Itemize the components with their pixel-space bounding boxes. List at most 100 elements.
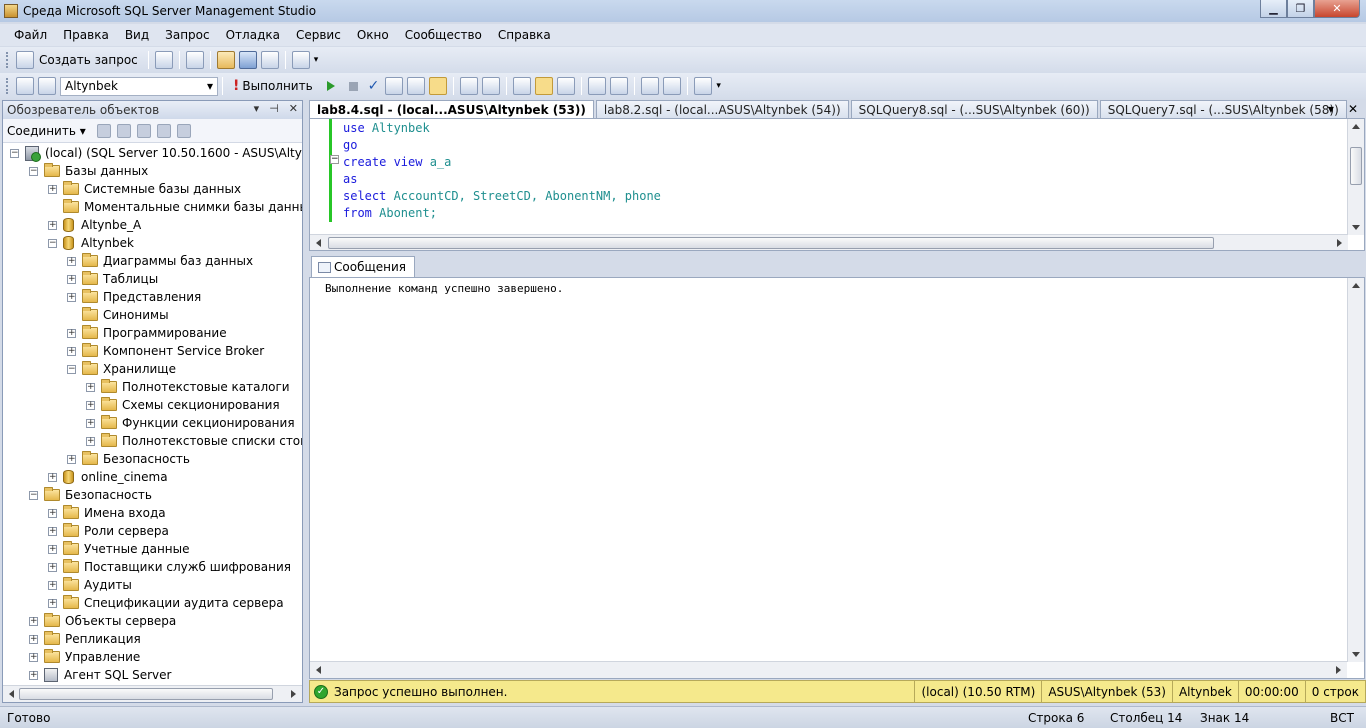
- code-line[interactable]: create view a_a: [343, 154, 661, 171]
- results-to-file-icon[interactable]: [557, 77, 576, 95]
- expand-icon[interactable]: +: [29, 634, 38, 644]
- results-to-text-icon[interactable]: [513, 77, 532, 95]
- query-editor[interactable]: − use Altynbek go create view a_a as select …: [309, 118, 1365, 251]
- expand-icon[interactable]: +: [48, 544, 57, 554]
- close-button[interactable]: ✕: [1314, 0, 1360, 18]
- toolbar-overflow-icon[interactable]: ▾: [314, 55, 319, 65]
- save-icon[interactable]: [238, 51, 257, 69]
- auto-hide-pin-icon[interactable]: ⊣: [269, 102, 279, 115]
- tree-node[interactable]: − (local) (SQL Server 10.50.1600 - ASUS\A…: [10, 144, 302, 162]
- database-engine-query-icon[interactable]: [154, 51, 173, 69]
- tree-node[interactable]: + Агент SQL Server: [29, 666, 171, 684]
- collapse-region-icon[interactable]: −: [330, 155, 339, 164]
- scroll-thumb[interactable]: [19, 688, 273, 700]
- expand-icon[interactable]: +: [86, 418, 95, 428]
- tab-lab8-4[interactable]: lab8.4.sql - (local...ASUS\Altynbek (53)…: [309, 100, 594, 118]
- open-file-icon[interactable]: [216, 51, 235, 69]
- tree-node[interactable]: + Имена входа: [48, 504, 166, 522]
- scroll-thumb[interactable]: [1350, 147, 1362, 185]
- code-line[interactable]: select AccountCD, StreetCD, AbonentNM, p…: [343, 188, 661, 205]
- collapse-icon[interactable]: −: [67, 364, 76, 374]
- tab-list-icon[interactable]: ▾: [1328, 102, 1334, 116]
- collapse-icon[interactable]: −: [29, 490, 38, 500]
- tab-sqlquery8[interactable]: SQLQuery8.sql - (...SUS\Altynbek (60)): [850, 100, 1098, 118]
- menu-tools[interactable]: Сервис: [288, 28, 349, 42]
- tree-node[interactable]: − Безопасность: [29, 486, 152, 504]
- scroll-up-icon[interactable]: [1352, 283, 1360, 288]
- execute-button[interactable]: Выполнить: [242, 79, 312, 93]
- tree-node[interactable]: + Объекты сервера: [29, 612, 176, 630]
- stop-icon[interactable]: [136, 123, 151, 138]
- change-connection-icon[interactable]: [38, 77, 56, 95]
- object-explorer-hscrollbar[interactable]: [3, 685, 302, 702]
- minimize-button[interactable]: ▁: [1260, 0, 1287, 18]
- scroll-down-icon[interactable]: [1352, 652, 1360, 657]
- tree-node[interactable]: + Учетные данные: [48, 540, 190, 558]
- refresh-icon[interactable]: [176, 123, 191, 138]
- expand-icon[interactable]: +: [67, 292, 76, 302]
- tree-node[interactable]: + online_cinema: [48, 468, 168, 486]
- expand-icon[interactable]: +: [67, 454, 76, 464]
- collapse-icon[interactable]: −: [48, 238, 57, 248]
- tree-node[interactable]: + Аудиты: [48, 576, 132, 594]
- parse-check-icon[interactable]: ✓: [368, 78, 380, 94]
- database-select[interactable]: Altynbek ▾: [60, 76, 218, 96]
- tree-node[interactable]: + Полнотекстовые списки стоп-сл: [86, 432, 302, 450]
- new-query-icon[interactable]: [16, 51, 34, 69]
- connect-icon[interactable]: [16, 77, 34, 95]
- expand-icon[interactable]: +: [48, 472, 57, 482]
- comment-lines-icon[interactable]: [588, 77, 607, 95]
- tab-messages[interactable]: Сообщения: [311, 256, 416, 277]
- expand-icon[interactable]: +: [29, 670, 38, 680]
- collapse-icon[interactable]: −: [10, 148, 19, 158]
- expand-icon[interactable]: +: [48, 184, 57, 194]
- tab-lab8-2[interactable]: lab8.2.sql - (local...ASUS\Altynbek (54)…: [595, 100, 849, 118]
- editor-vscrollbar[interactable]: [1347, 119, 1364, 235]
- menu-file[interactable]: Файл: [6, 28, 55, 42]
- window-position-icon[interactable]: ▾: [254, 102, 260, 115]
- activity-monitor-icon[interactable]: [291, 51, 310, 69]
- debug-play-icon[interactable]: [326, 81, 335, 91]
- results-to-grid-icon[interactable]: [535, 77, 554, 95]
- tree-node[interactable]: + Altynbe_A: [48, 216, 141, 234]
- scroll-left-icon[interactable]: [9, 690, 14, 698]
- connect-server-icon[interactable]: [96, 123, 111, 138]
- expand-icon[interactable]: +: [86, 436, 95, 446]
- close-panel-icon[interactable]: ✕: [289, 102, 298, 115]
- new-file-icon[interactable]: [185, 51, 204, 69]
- maximize-button[interactable]: ❐: [1287, 0, 1314, 18]
- toolbar-overflow-icon[interactable]: ▾: [716, 81, 721, 91]
- scroll-right-icon[interactable]: [1336, 666, 1341, 674]
- include-actual-plan-icon[interactable]: [460, 77, 479, 95]
- tree-node[interactable]: + Диаграммы баз данных: [67, 252, 253, 270]
- increase-indent-icon[interactable]: [663, 77, 682, 95]
- tree-node[interactable]: + Схемы секционирования: [86, 396, 280, 414]
- close-tab-icon[interactable]: ✕: [1348, 102, 1358, 116]
- connect-dropdown[interactable]: Соединить ▾: [7, 124, 86, 138]
- tab-sqlquery7[interactable]: SQLQuery7.sql - (...SUS\Altynbek (58)): [1099, 100, 1347, 118]
- tree-node[interactable]: + Спецификации аудита сервера: [48, 594, 284, 612]
- query-text[interactable]: use Altynbek go create view a_a as select Ac…: [343, 120, 661, 222]
- editor-hscrollbar[interactable]: [310, 234, 1348, 250]
- tree-node[interactable]: + Поставщики служб шифрования: [48, 558, 291, 576]
- scroll-left-icon[interactable]: [316, 666, 321, 674]
- expand-icon[interactable]: +: [29, 652, 38, 662]
- tree-node[interactable]: Синонимы: [67, 306, 169, 324]
- tree-node[interactable]: Моментальные снимки базы данных: [48, 198, 302, 216]
- tree-node[interactable]: + Полнотекстовые каталоги: [86, 378, 290, 396]
- scroll-up-icon[interactable]: [1352, 124, 1360, 129]
- expand-icon[interactable]: +: [86, 400, 95, 410]
- expand-icon[interactable]: +: [67, 256, 76, 266]
- tree-node[interactable]: + Системные базы данных: [48, 180, 241, 198]
- scroll-thumb[interactable]: [328, 237, 1214, 249]
- specify-template-values-icon[interactable]: [694, 77, 713, 95]
- scroll-right-icon[interactable]: [291, 690, 296, 698]
- tree-node[interactable]: + Репликация: [29, 630, 141, 648]
- toolbar-grip[interactable]: [6, 78, 10, 94]
- scroll-right-icon[interactable]: [1337, 239, 1342, 247]
- collapse-icon[interactable]: −: [29, 166, 38, 176]
- messages-hscrollbar[interactable]: [310, 661, 1347, 678]
- expand-icon[interactable]: +: [48, 580, 57, 590]
- disconnect-icon[interactable]: [116, 123, 131, 138]
- cancel-query-icon[interactable]: [348, 81, 358, 91]
